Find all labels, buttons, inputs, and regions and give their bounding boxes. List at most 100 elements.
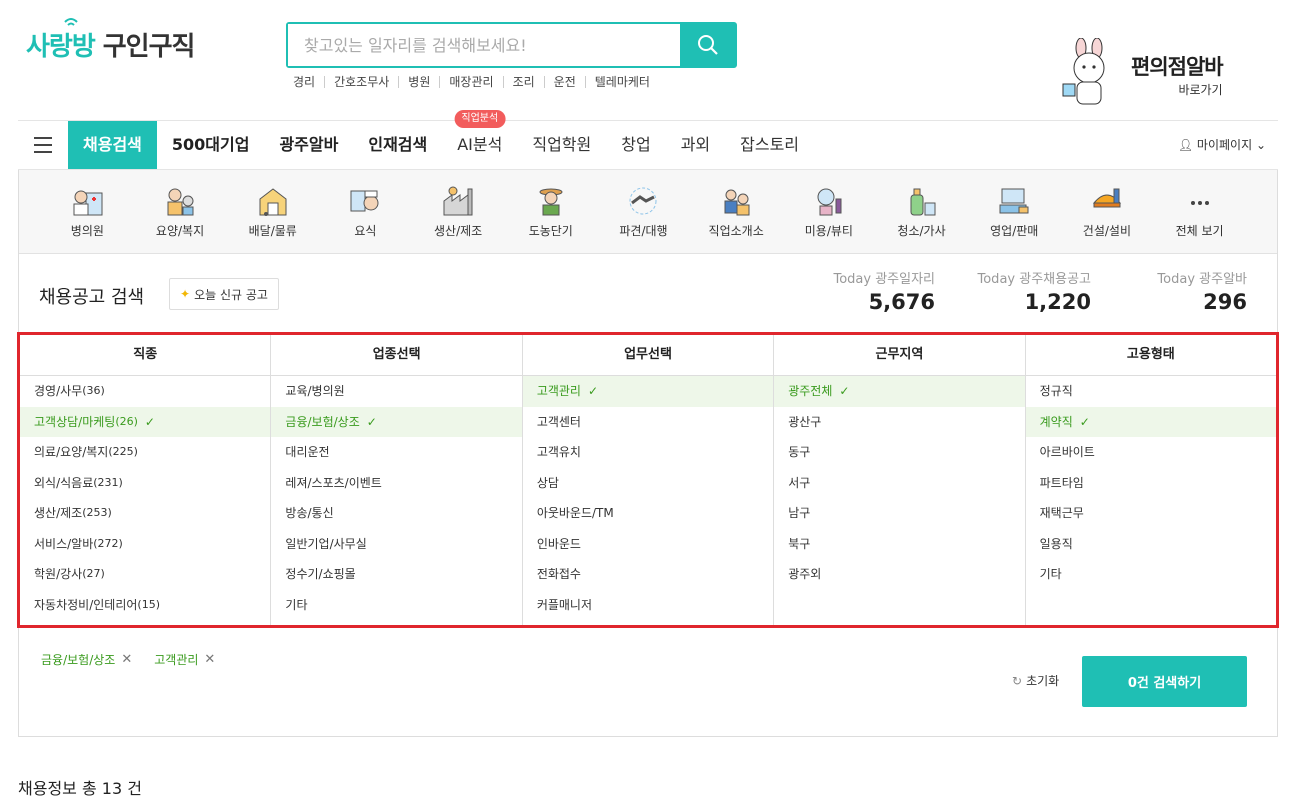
filter-option[interactable]: 고객유치: [523, 437, 773, 468]
category-item[interactable]: 직업소개소: [690, 170, 783, 253]
filter-option[interactable]: 자동차정비/인테리어 (15): [20, 590, 270, 621]
keyword-link[interactable]: 간호조무사: [324, 76, 398, 88]
filter-option[interactable]: 교육/병의원: [271, 376, 521, 407]
selected-tag[interactable]: 금융/보험/상조 ✕: [41, 651, 132, 668]
filter-option[interactable]: 방송/통신: [271, 498, 521, 529]
total-count: 채용정보 총 13 건: [18, 779, 142, 798]
keyword-link[interactable]: 조리: [502, 76, 544, 88]
category-item[interactable]: 영업/판매: [968, 170, 1061, 253]
filter-option[interactable]: 광주전체 ✓: [774, 376, 1025, 407]
nav-item-academy[interactable]: 직업학원: [517, 121, 606, 169]
filter-option[interactable]: 의료/요양/복지 (225): [20, 437, 270, 468]
category-item[interactable]: 도농단기: [504, 170, 597, 253]
category-item[interactable]: 파견/대행: [597, 170, 690, 253]
filter-option[interactable]: 서구: [774, 468, 1024, 499]
today-new-jobs-button[interactable]: ✦ 오늘 신규 공고: [169, 278, 279, 310]
filter-option[interactable]: 광주외: [774, 559, 1024, 590]
sparkle-icon: ✦: [180, 287, 191, 301]
filter-column: 업무선택 고객관리 ✓ 고객센터 고객유치 상담 아웃바운드/TM 인바운드 전화접수 커플매니저: [521, 335, 774, 625]
filter-option[interactable]: 인바운드: [523, 529, 773, 560]
promo-subtitle: 바로가기: [1178, 82, 1223, 97]
filter-option[interactable]: 아웃바운드/TM: [523, 498, 773, 529]
category-item[interactable]: 병의원: [41, 170, 134, 253]
category-label: 직업소개소: [708, 224, 764, 238]
category-item[interactable]: 요식: [319, 170, 412, 253]
filter-option[interactable]: 고객상담/마케팅 (26) ✓: [20, 406, 271, 437]
filter-option[interactable]: 북구: [774, 529, 1024, 560]
close-icon[interactable]: ✕: [204, 652, 215, 667]
category-item[interactable]: 전체 보기: [1153, 170, 1246, 253]
filter-column: 직종 경영/사무 (36) 고객상담/마케팅 (26) ✓ 의료/요양/복지 (225) 외식/…: [20, 335, 271, 625]
factory-icon: [440, 184, 476, 218]
filter-option[interactable]: 외식/식음료 (231): [20, 468, 270, 499]
nav-item-tutoring[interactable]: 과외: [666, 121, 725, 169]
filter-option-label: 남구: [788, 506, 811, 520]
keyword-link[interactable]: 경리: [293, 76, 324, 88]
keyword-link[interactable]: 텔레마케터: [584, 76, 659, 88]
stat-value: 296: [1203, 290, 1247, 314]
filter-option[interactable]: 서비스/알바 (272): [20, 529, 270, 560]
filter-option[interactable]: 상담: [523, 468, 773, 499]
keyword-link[interactable]: 운전: [543, 76, 585, 88]
filter-option[interactable]: 커플매니저: [523, 590, 773, 621]
filter-option[interactable]: 아르바이트: [1026, 437, 1276, 468]
filter-option[interactable]: 금융/보험/상조 ✓: [271, 406, 522, 437]
menu-icon[interactable]: [18, 137, 68, 153]
filter-option[interactable]: 정규직: [1026, 376, 1276, 407]
reset-button[interactable]: ↻ 초기화: [1012, 672, 1059, 689]
filter-option[interactable]: 레져/스포츠/이벤트: [271, 468, 521, 499]
convenience-store-promo[interactable]: 편의점알바 바로가기: [1055, 38, 1224, 110]
category-item[interactable]: 건설/설비: [1061, 170, 1154, 253]
filter-option[interactable]: 남구: [774, 498, 1024, 529]
filter-option[interactable]: 동구: [774, 437, 1024, 468]
filter-option[interactable]: 경영/사무 (36): [20, 376, 270, 407]
mypage-menu[interactable]: 👤︎ 마이페이지 ⌄: [1178, 121, 1266, 169]
category-item[interactable]: 청소/가사: [875, 170, 968, 253]
job-search-panel: 병의원요양/복지 배달/물류 요식 생산/제조 도농단기 파견/대행직업소개소 미용/뷰티 청…: [17, 170, 1279, 737]
nav-item-top500[interactable]: 500대기업: [157, 121, 265, 169]
search-submit-button[interactable]: 0건 검색하기: [1082, 656, 1247, 707]
filter-option[interactable]: 기타: [1026, 559, 1276, 590]
search-input[interactable]: [288, 24, 680, 66]
filter-column: 근무지역 광주전체 ✓ 광산구 동구 서구 남구 북구 광주외: [773, 335, 1025, 625]
nav-item-gwangju-alba[interactable]: 광주알바: [264, 121, 353, 169]
cook-icon: [347, 184, 383, 218]
nav-item-ai-analysis[interactable]: AI분석 직업분석: [442, 110, 517, 169]
category-item[interactable]: 생산/제조: [412, 170, 505, 253]
keyword-link[interactable]: 병원: [398, 76, 439, 88]
filter-option[interactable]: 일반기업/사무실: [271, 529, 521, 560]
filter-option[interactable]: 생산/제조 (253): [20, 498, 270, 529]
category-item[interactable]: 배달/물류: [226, 170, 319, 253]
filter-option[interactable]: 전화접수: [523, 559, 773, 590]
search-button[interactable]: [680, 24, 735, 66]
filter-option-label: 광산구: [788, 414, 822, 429]
filter-option[interactable]: 고객관리 ✓: [522, 376, 774, 407]
filter-option[interactable]: 계약직 ✓: [1025, 406, 1277, 437]
filter-option[interactable]: 재택근무: [1026, 498, 1276, 529]
site-logo[interactable]: 사랑방 구인구직: [26, 18, 195, 63]
stat-label: Today 광주알바: [1157, 272, 1247, 287]
close-icon[interactable]: ✕: [121, 652, 132, 667]
category-label: 미용/뷰티: [804, 224, 853, 238]
nav-item-talent-search[interactable]: 인재검색: [353, 121, 442, 169]
filter-option[interactable]: 일용직: [1026, 529, 1276, 560]
nav-item-startup[interactable]: 창업: [606, 121, 665, 169]
filter-option-label: 일용직: [1039, 536, 1073, 551]
category-label: 요양/복지: [155, 224, 205, 238]
site-header: 사랑방구인구직 경리 간호조무사 병원 매장관리 조리 운전 텔레마케터 편의점…: [0, 0, 1291, 120]
filter-option-label: 정수기/쇼핑몰: [285, 567, 356, 581]
keyword-link[interactable]: 매장관리: [439, 76, 502, 88]
nav-item-job-story[interactable]: 잡스토리: [725, 121, 814, 169]
filter-option[interactable]: 대리운전: [271, 437, 521, 468]
filter-option[interactable]: 광산구: [774, 407, 1024, 438]
filter-option[interactable]: 고객센터: [523, 407, 773, 438]
filter-option[interactable]: 파트타임: [1026, 468, 1276, 499]
refresh-icon: ↻: [1012, 673, 1023, 688]
category-item[interactable]: 미용/뷰티: [783, 170, 876, 253]
nav-item-job-search[interactable]: 채용검색: [68, 121, 157, 169]
selected-tag[interactable]: 고객관리 ✕: [154, 651, 215, 668]
filter-option[interactable]: 기타: [271, 590, 521, 621]
category-item[interactable]: 요양/복지: [134, 170, 227, 253]
filter-option[interactable]: 정수기/쇼핑몰: [271, 559, 521, 590]
filter-option[interactable]: 학원/강사 (27): [20, 559, 270, 590]
